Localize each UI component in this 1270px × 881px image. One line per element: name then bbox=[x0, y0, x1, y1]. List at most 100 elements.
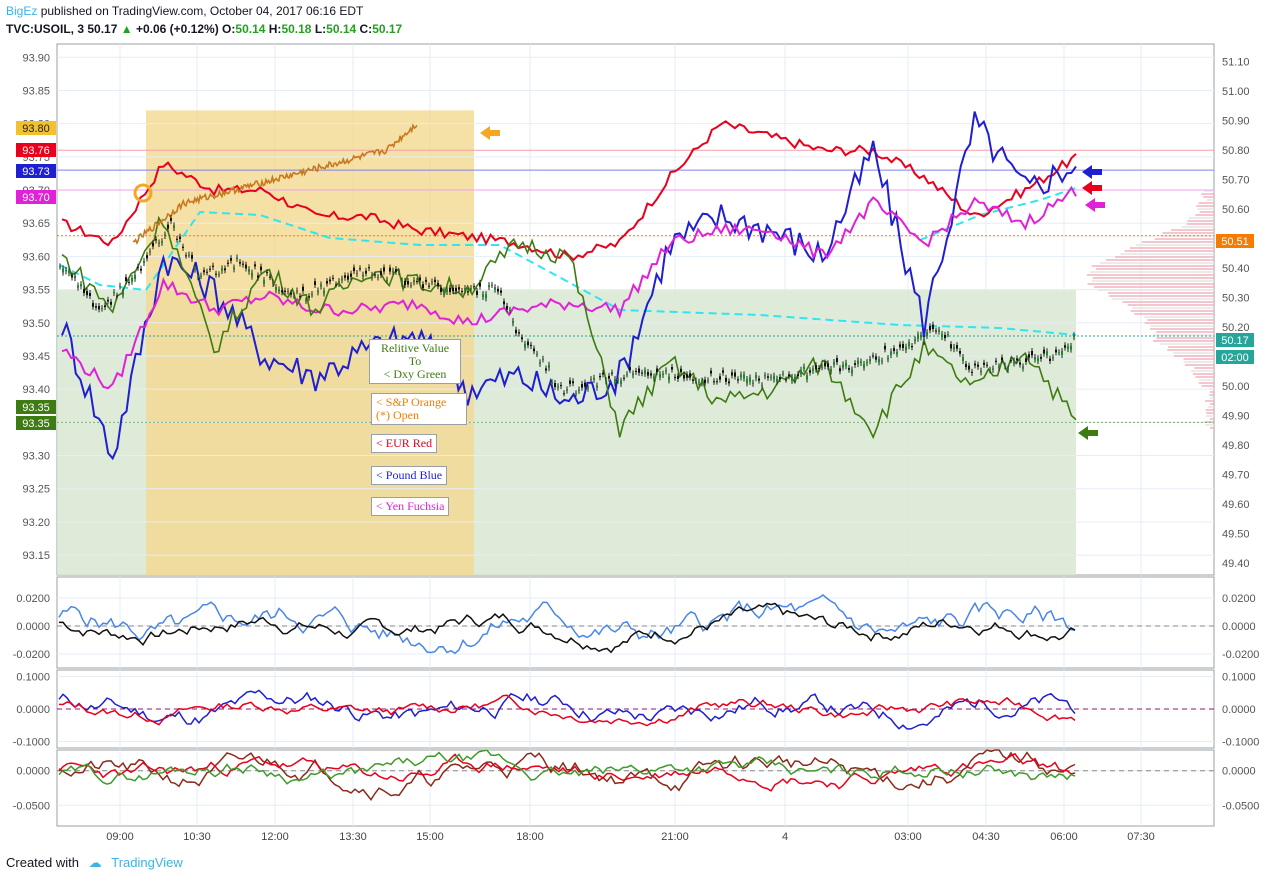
candle-body bbox=[152, 243, 154, 246]
volume-profile-bar bbox=[1196, 214, 1214, 216]
candle-body bbox=[803, 367, 805, 370]
candle-body bbox=[221, 268, 223, 270]
candle-body bbox=[536, 354, 538, 355]
candle-body bbox=[644, 370, 646, 374]
candle-body bbox=[371, 275, 373, 278]
candle-body bbox=[491, 285, 493, 286]
candle-body bbox=[725, 378, 727, 382]
candle-body bbox=[668, 376, 670, 380]
candle-body bbox=[518, 332, 520, 333]
candle-body bbox=[203, 270, 205, 272]
candle-body bbox=[542, 359, 544, 360]
candle-body bbox=[143, 261, 145, 263]
volume-profile-bar bbox=[1112, 298, 1214, 300]
candle-body bbox=[230, 258, 232, 261]
candle-body bbox=[299, 296, 301, 297]
candle-body bbox=[1016, 358, 1018, 360]
tradingview-link[interactable]: TradingView bbox=[111, 855, 183, 870]
right-tick-label: 50.60 bbox=[1222, 204, 1250, 216]
sp-arrow-icon bbox=[480, 126, 500, 140]
volume-profile-bar bbox=[1131, 310, 1214, 312]
candle-body bbox=[377, 277, 379, 278]
candle-body bbox=[827, 363, 829, 367]
candle-body bbox=[584, 383, 586, 387]
candle-body bbox=[356, 273, 358, 274]
candle-body bbox=[1067, 346, 1069, 349]
candle-body bbox=[605, 380, 607, 381]
candle-body bbox=[218, 274, 220, 275]
candle-body bbox=[467, 291, 469, 292]
candle-body bbox=[503, 301, 505, 304]
candle-body bbox=[173, 225, 175, 228]
sub-left-tick: 0.0000 bbox=[16, 621, 50, 633]
candle-body bbox=[254, 264, 256, 266]
candle-body bbox=[635, 371, 637, 372]
candle-body bbox=[332, 278, 334, 279]
candle-body bbox=[164, 234, 166, 236]
candle-body bbox=[1055, 350, 1057, 353]
candle-body bbox=[1004, 366, 1006, 367]
volume-profile-bar bbox=[1182, 226, 1214, 228]
candle-body bbox=[581, 384, 583, 388]
candle-body bbox=[1007, 368, 1009, 370]
candle-body bbox=[743, 374, 745, 378]
candle-body bbox=[455, 288, 457, 292]
volume-profile-bar bbox=[1210, 388, 1214, 390]
candle-body bbox=[125, 277, 127, 281]
candle-body bbox=[1070, 346, 1072, 350]
candle-body bbox=[572, 381, 574, 383]
candle-body bbox=[812, 369, 814, 371]
candle-body bbox=[632, 373, 634, 375]
candle-body bbox=[224, 268, 226, 270]
candle-body bbox=[161, 241, 163, 243]
right-tick-label: 49.80 bbox=[1222, 440, 1250, 452]
volume-profile-bar bbox=[1136, 244, 1214, 246]
candle-body bbox=[683, 375, 685, 379]
right-tick-label: 49.40 bbox=[1222, 558, 1250, 570]
left-price-badge-text: 93.70 bbox=[22, 192, 50, 204]
candle-body bbox=[1031, 351, 1033, 355]
candle-body bbox=[953, 347, 955, 349]
candle-body bbox=[770, 377, 772, 378]
candle-body bbox=[998, 366, 1000, 368]
sub-right-tick: -0.0500 bbox=[1222, 800, 1259, 812]
candle-body bbox=[95, 306, 97, 307]
tradingview-logo-icon[interactable]: ☁ bbox=[89, 855, 102, 870]
candle-body bbox=[188, 255, 190, 256]
volume-profile-bar bbox=[1092, 265, 1214, 267]
volume-profile-bar bbox=[1199, 202, 1214, 204]
candle-body bbox=[194, 267, 196, 270]
legend-pound: < Pound Blue bbox=[371, 466, 447, 485]
candle-body bbox=[548, 365, 550, 368]
sub-right-tick: 0.1000 bbox=[1222, 672, 1256, 684]
candle-body bbox=[365, 271, 367, 274]
candle-body bbox=[416, 281, 418, 282]
candle-body bbox=[89, 293, 91, 296]
x-tick-label: 15:00 bbox=[416, 831, 444, 843]
x-tick-label: 07:30 bbox=[1127, 831, 1155, 843]
volume-profile-bar bbox=[1125, 250, 1214, 252]
volume-profile-bar bbox=[1153, 340, 1214, 342]
candle-body bbox=[797, 374, 799, 376]
candle-body bbox=[1040, 357, 1042, 359]
candle-body bbox=[638, 369, 640, 373]
candle-body bbox=[74, 275, 76, 278]
volume-profile-bar bbox=[1200, 211, 1214, 213]
candle-body bbox=[386, 280, 388, 281]
candle-body bbox=[158, 243, 160, 244]
candle-body bbox=[887, 358, 889, 359]
candle-body bbox=[149, 251, 151, 252]
chart-canvas[interactable]: 09:00 10:30 12:00 13:30 15:00 18:00 21:00 4 03:0… bbox=[0, 0, 1270, 881]
sub-left-tick: 0.0000 bbox=[16, 766, 50, 778]
volume-profile-bar bbox=[1156, 337, 1214, 339]
candle-body bbox=[248, 269, 250, 271]
candle-body bbox=[263, 280, 265, 284]
volume-profile-bar bbox=[1128, 304, 1214, 306]
right-tick-label: 50.20 bbox=[1222, 322, 1250, 334]
candle-body bbox=[413, 280, 415, 282]
candle-body bbox=[662, 374, 664, 375]
volume-profile-bar bbox=[1210, 391, 1214, 393]
candle-body bbox=[692, 379, 694, 380]
volume-profile-bar bbox=[1210, 403, 1214, 405]
candle-body bbox=[533, 348, 535, 351]
